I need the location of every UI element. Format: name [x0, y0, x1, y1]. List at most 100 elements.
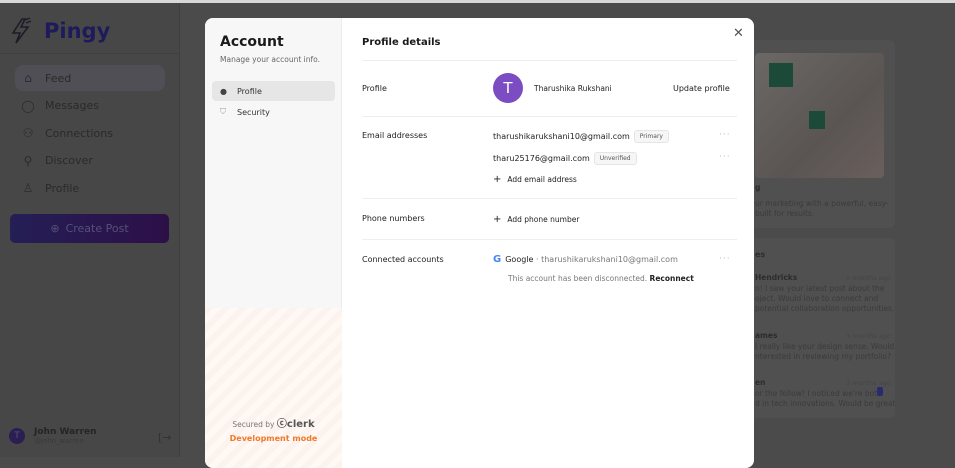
modal-nav-security[interactable]: ⛉ Security	[212, 102, 335, 122]
ad-text: built for results.	[755, 209, 815, 218]
search-icon: ⚲	[23, 153, 33, 168]
messages-title: es	[755, 250, 766, 259]
secured-by-text: Secured by	[232, 420, 275, 429]
user-icon: ♙	[22, 181, 34, 195]
profile-label: Profile	[362, 84, 387, 93]
google-icon: G	[493, 254, 502, 265]
divider	[0, 53, 180, 54]
email-address: tharushikarukshani10@gmail.com	[493, 132, 630, 141]
message-icon: ◯	[21, 98, 35, 113]
sidebar: Pingy ⌂ Feed ◯ Messages ⚇ Connections ⚲ Disc…	[0, 3, 180, 457]
primary-badge: Primary	[633, 130, 669, 143]
update-profile-button[interactable]: Update profile	[673, 84, 730, 93]
nav-label: Security	[237, 107, 270, 117]
development-mode: Development mode	[229, 434, 318, 443]
close-icon[interactable]: ✕	[733, 26, 744, 41]
message-text: n! I saw your latest post about the	[755, 284, 885, 293]
logout-icon[interactable]: [→	[158, 431, 172, 444]
unread-badge	[877, 387, 883, 396]
divider	[362, 198, 737, 199]
plus-icon: +	[493, 214, 502, 225]
reconnect-link[interactable]: Reconnect	[650, 274, 694, 283]
sidebar-item-feed[interactable]: ⌂ Feed	[15, 65, 165, 91]
divider	[362, 60, 737, 61]
provider-email: tharushikarukshani10@gmail.com	[541, 255, 678, 264]
ad-image	[755, 53, 884, 178]
email-address: tharu25176@gmail.com	[493, 154, 590, 163]
sidebar-item-profile[interactable]: ♙ Profile	[15, 175, 165, 201]
plus-circle-icon: ⊕	[50, 222, 60, 235]
message-text: I really like your design sense. Would	[755, 342, 895, 351]
add-phone-button[interactable]: + Add phone number	[493, 214, 579, 225]
modal-nav-profile[interactable]: ● Profile	[212, 81, 335, 101]
email-row: tharu25176@gmail.com Unverified	[493, 152, 637, 165]
shield-icon: ⛉	[220, 107, 226, 116]
user-circle-icon: ●	[220, 86, 227, 96]
message-text: potential collaboration opportunities.	[755, 304, 895, 313]
sidebar-item-connections[interactable]: ⚇ Connections	[15, 120, 165, 146]
profile-avatar: T	[493, 73, 523, 103]
home-icon: ⌂	[24, 71, 32, 85]
add-email-label: Add email address	[507, 175, 577, 184]
message-time: 2 months ago	[846, 274, 891, 282]
section-heading: Profile details	[362, 37, 441, 48]
create-post-label: Create Post	[65, 222, 129, 235]
plus-icon: +	[493, 174, 502, 185]
secured-by: Secured by ⓒclerk	[205, 415, 342, 430]
connected-label: Connected accounts	[362, 255, 444, 264]
profile-name: Tharushika Rukshani	[534, 84, 612, 93]
add-email-button[interactable]: + Add email address	[493, 174, 577, 185]
ad-title: g	[755, 183, 761, 192]
modal-sidebar: Account Manage your account info. ● Profi…	[205, 18, 342, 468]
message-time: 3 months ago	[846, 332, 891, 340]
avatar: T	[9, 428, 25, 444]
provider-name: Google	[505, 255, 534, 264]
message-text: nterested in reviewing my portfolio?	[755, 352, 891, 361]
sidebar-item-label: Feed	[45, 71, 72, 85]
message-sender[interactable]: en	[755, 378, 765, 387]
sidebar-item-discover[interactable]: ⚲ Discover	[15, 148, 165, 174]
divider	[362, 239, 737, 240]
phone-label: Phone numbers	[362, 214, 425, 223]
message-sender[interactable]: Hendricks	[755, 273, 797, 282]
lightning-logo-icon	[11, 17, 32, 44]
message-time: 3 months ago	[846, 379, 891, 387]
clerk-text: clerk	[286, 419, 315, 430]
email-row: tharushikarukshani10@gmail.com Primary	[493, 130, 669, 143]
modal-title: Account	[220, 34, 284, 50]
message-text: d in tech innovations. Would be great	[755, 399, 896, 408]
user-name: John Warren	[34, 427, 97, 437]
nav-label: Profile	[237, 86, 262, 96]
user-card[interactable]: T John Warren @john_warren	[9, 427, 97, 445]
sidebar-nav: ⌂ Feed ◯ Messages ⚇ Connections ⚲ Discover ♙…	[15, 65, 165, 203]
app-icon	[809, 111, 825, 129]
mail-icon	[769, 63, 793, 87]
clerk-logo: ⓒclerk	[276, 419, 315, 430]
more-options-icon[interactable]: ···	[719, 254, 731, 264]
message-sender[interactable]: ames	[755, 331, 777, 340]
modal-subtitle: Manage your account info.	[220, 55, 321, 64]
create-post-button[interactable]: ⊕ Create Post	[10, 214, 169, 243]
email-label: Email addresses	[362, 131, 428, 140]
modal-nav: ● Profile ⛉ Security	[212, 81, 335, 123]
users-icon: ⚇	[22, 126, 34, 140]
google-account-row: G Google · tharushikarukshani10@gmail.com	[493, 254, 678, 265]
more-options-icon[interactable]: ···	[719, 152, 731, 162]
message-text: or the follow! I noticed we're both	[755, 389, 882, 398]
user-handle: @john_warren	[34, 437, 84, 445]
message-text: oject. Would love to connect and	[755, 294, 879, 303]
app-name: Pingy	[44, 19, 111, 43]
unverified-badge: Unverified	[593, 152, 637, 165]
sidebar-item-messages[interactable]: ◯ Messages	[15, 93, 165, 119]
status-text: This account has been disconnected.	[508, 274, 648, 283]
logo[interactable]: Pingy	[10, 17, 110, 45]
divider	[362, 116, 737, 117]
sidebar-item-label: Profile	[45, 181, 80, 195]
account-modal: Account Manage your account info. ● Profi…	[205, 18, 754, 468]
ad-text: ur marketing with a powerful, easy-	[755, 199, 889, 208]
more-options-icon[interactable]: ···	[719, 130, 731, 140]
disconnected-status: This account has been disconnected. Reco…	[508, 274, 694, 283]
sidebar-item-label: Connections	[45, 126, 113, 140]
sidebar-item-label: Discover	[45, 154, 93, 167]
stripes-decoration	[205, 308, 342, 468]
